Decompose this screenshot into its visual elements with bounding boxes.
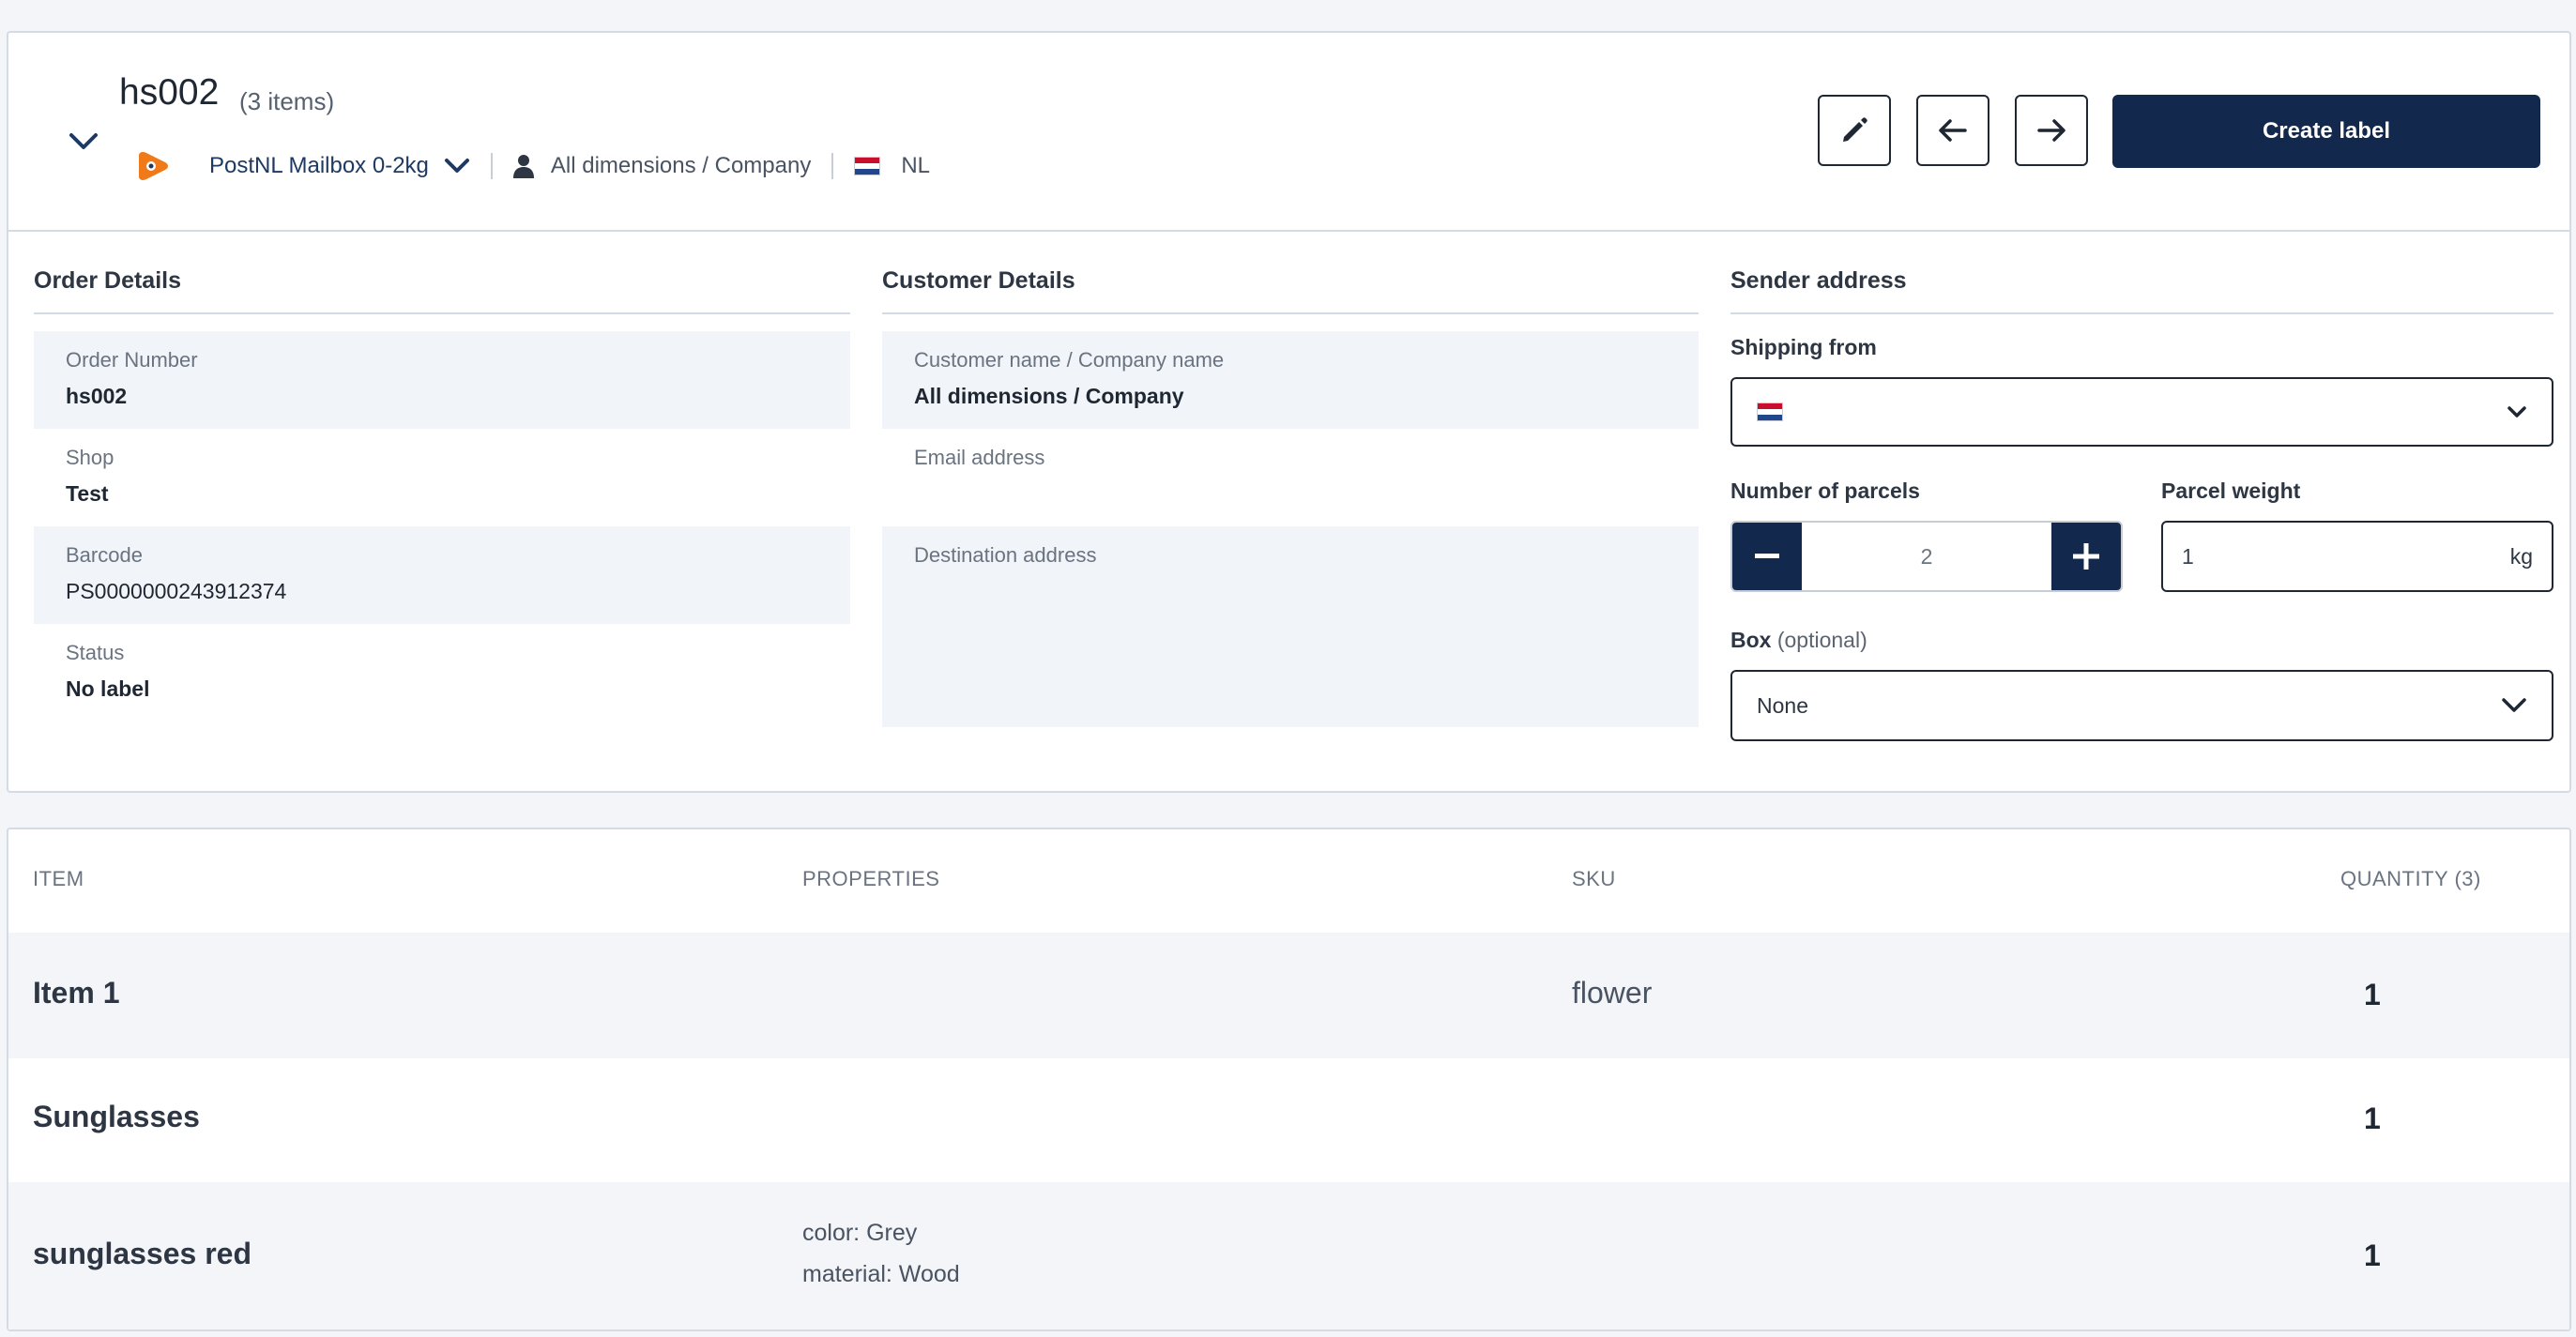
column-header-sku: SKU [1572, 867, 1616, 890]
field-label: Barcode [66, 543, 143, 567]
shipping-from-select[interactable] [1730, 377, 2553, 447]
previous-order-button[interactable] [1916, 95, 1989, 166]
field-value: Test [66, 481, 109, 506]
column-header-item: ITEM [33, 867, 84, 890]
customer-details-section: Customer Details Customer name / Company… [882, 267, 1699, 727]
customer-chip: All dimensions / Company [512, 153, 812, 179]
box-select[interactable]: None [1730, 670, 2553, 741]
weight-value: 1 [2182, 543, 2194, 569]
next-order-button[interactable] [2015, 95, 2088, 166]
item-properties: color: Grey material: Wood [802, 1212, 960, 1295]
field-value: All dimensions / Company [914, 384, 1184, 408]
parcel-weight-input[interactable]: 1 kg [2161, 521, 2553, 592]
box-label-text: Box [1730, 628, 1772, 652]
parcels-stepper: 2 [1730, 521, 2123, 592]
field-label: Status [66, 641, 125, 664]
table-row: Item 1 flower 1 [8, 933, 2569, 1058]
table-row: sunglasses red color: Grey material: Woo… [8, 1182, 2569, 1329]
order-header: hs002 (3 items) PostNL Mailbox 0-2kg All… [8, 33, 2569, 232]
item-quantity: 1 [2364, 1238, 2381, 1272]
item-sku: flower [1572, 976, 1653, 1010]
customer-name: All dimensions / Company [550, 153, 812, 178]
weight-label: Parcel weight [2161, 479, 2301, 503]
country-code: NL [901, 153, 931, 178]
table-header: ITEM PROPERTIES SKU QUANTITY (3) [8, 829, 2569, 933]
carrier-row: PostNL Mailbox 0-2kg All dimensions / Co… [129, 140, 930, 192]
weight-unit: kg [2509, 543, 2533, 569]
shipping-from-label: Shipping from [1730, 335, 1877, 359]
chevron-down-icon [69, 133, 98, 149]
item-property: color: Grey [802, 1220, 918, 1246]
box-value: None [1757, 692, 1808, 718]
arrow-right-icon [2037, 119, 2065, 142]
country-chip: NL [854, 153, 930, 179]
box-optional-text: (optional) [1776, 628, 1867, 652]
order-details-section: Order Details Order Number hs002 Shop Te… [34, 267, 850, 722]
order-item-count: (3 items) [239, 87, 335, 115]
field-value: No label [66, 676, 150, 701]
field-value: PS0000000243912374 [66, 579, 287, 603]
chevron-down-icon [2507, 406, 2526, 418]
status-field: Status No label [34, 624, 850, 722]
pencil-icon [1843, 117, 1867, 142]
item-quantity: 1 [2364, 978, 2381, 1011]
customer-details-title: Customer Details [882, 267, 1699, 314]
chevron-down-icon [444, 159, 469, 173]
item-name: sunglasses red [33, 1237, 252, 1270]
table-row: Sunglasses 1 [8, 1058, 2569, 1182]
sender-address-section: Sender address Shipping from Number of p… [1730, 267, 2553, 741]
divider [490, 153, 493, 179]
increment-button[interactable] [2051, 523, 2121, 590]
field-value: hs002 [66, 384, 128, 408]
chevron-down-icon [2502, 698, 2526, 712]
carrier-name: PostNL Mailbox 0-2kg [209, 153, 429, 178]
carrier-dropdown[interactable]: PostNL Mailbox 0-2kg [209, 153, 470, 179]
nl-flag-icon [854, 157, 881, 175]
field-label: Email address [914, 446, 1045, 469]
item-name: Item 1 [33, 976, 120, 1010]
user-icon [512, 155, 534, 178]
items-table: ITEM PROPERTIES SKU QUANTITY (3) Item 1 … [7, 828, 2571, 1331]
barcode-field: Barcode PS0000000243912374 [34, 526, 850, 624]
field-label: Order Number [66, 348, 198, 372]
arrow-left-icon [1939, 119, 1967, 142]
item-quantity: 1 [2364, 1102, 2381, 1135]
order-details-title: Order Details [34, 267, 850, 314]
plus-icon [2073, 543, 2099, 570]
destination-address-field: Destination address [882, 526, 1699, 727]
order-card: hs002 (3 items) PostNL Mailbox 0-2kg All… [7, 31, 2571, 793]
edit-button[interactable] [1818, 95, 1891, 166]
item-property: material: Wood [802, 1261, 960, 1287]
nl-flag-icon [1757, 403, 1783, 421]
collapse-button[interactable] [57, 115, 110, 168]
column-header-properties: PROPERTIES [802, 867, 940, 890]
decrement-button[interactable] [1732, 523, 1802, 590]
minus-icon [1755, 554, 1779, 558]
field-label: Shop [66, 446, 114, 469]
parcels-group: Number of parcels 2 [1730, 479, 2123, 592]
box-label: Box (optional) [1730, 628, 2553, 653]
postnl-logo-icon [129, 145, 177, 187]
divider [831, 153, 834, 179]
customer-name-field: Customer name / Company name All dimensi… [882, 331, 1699, 429]
parcels-value[interactable]: 2 [1802, 523, 2051, 590]
shop-field: Shop Test [34, 429, 850, 526]
parcels-label: Number of parcels [1730, 479, 1920, 503]
create-label-button[interactable]: Create label [2112, 95, 2540, 168]
email-field: Email address [882, 429, 1699, 526]
field-label: Destination address [914, 543, 1097, 567]
item-name: Sunglasses [33, 1100, 200, 1133]
column-header-quantity: QUANTITY (3) [2340, 867, 2481, 890]
weight-group: Parcel weight 1 kg [2161, 479, 2553, 592]
sender-address-title: Sender address [1730, 267, 2553, 314]
field-label: Customer name / Company name [914, 348, 1225, 372]
order-number-field: Order Number hs002 [34, 331, 850, 429]
order-title: hs002 [119, 72, 220, 113]
